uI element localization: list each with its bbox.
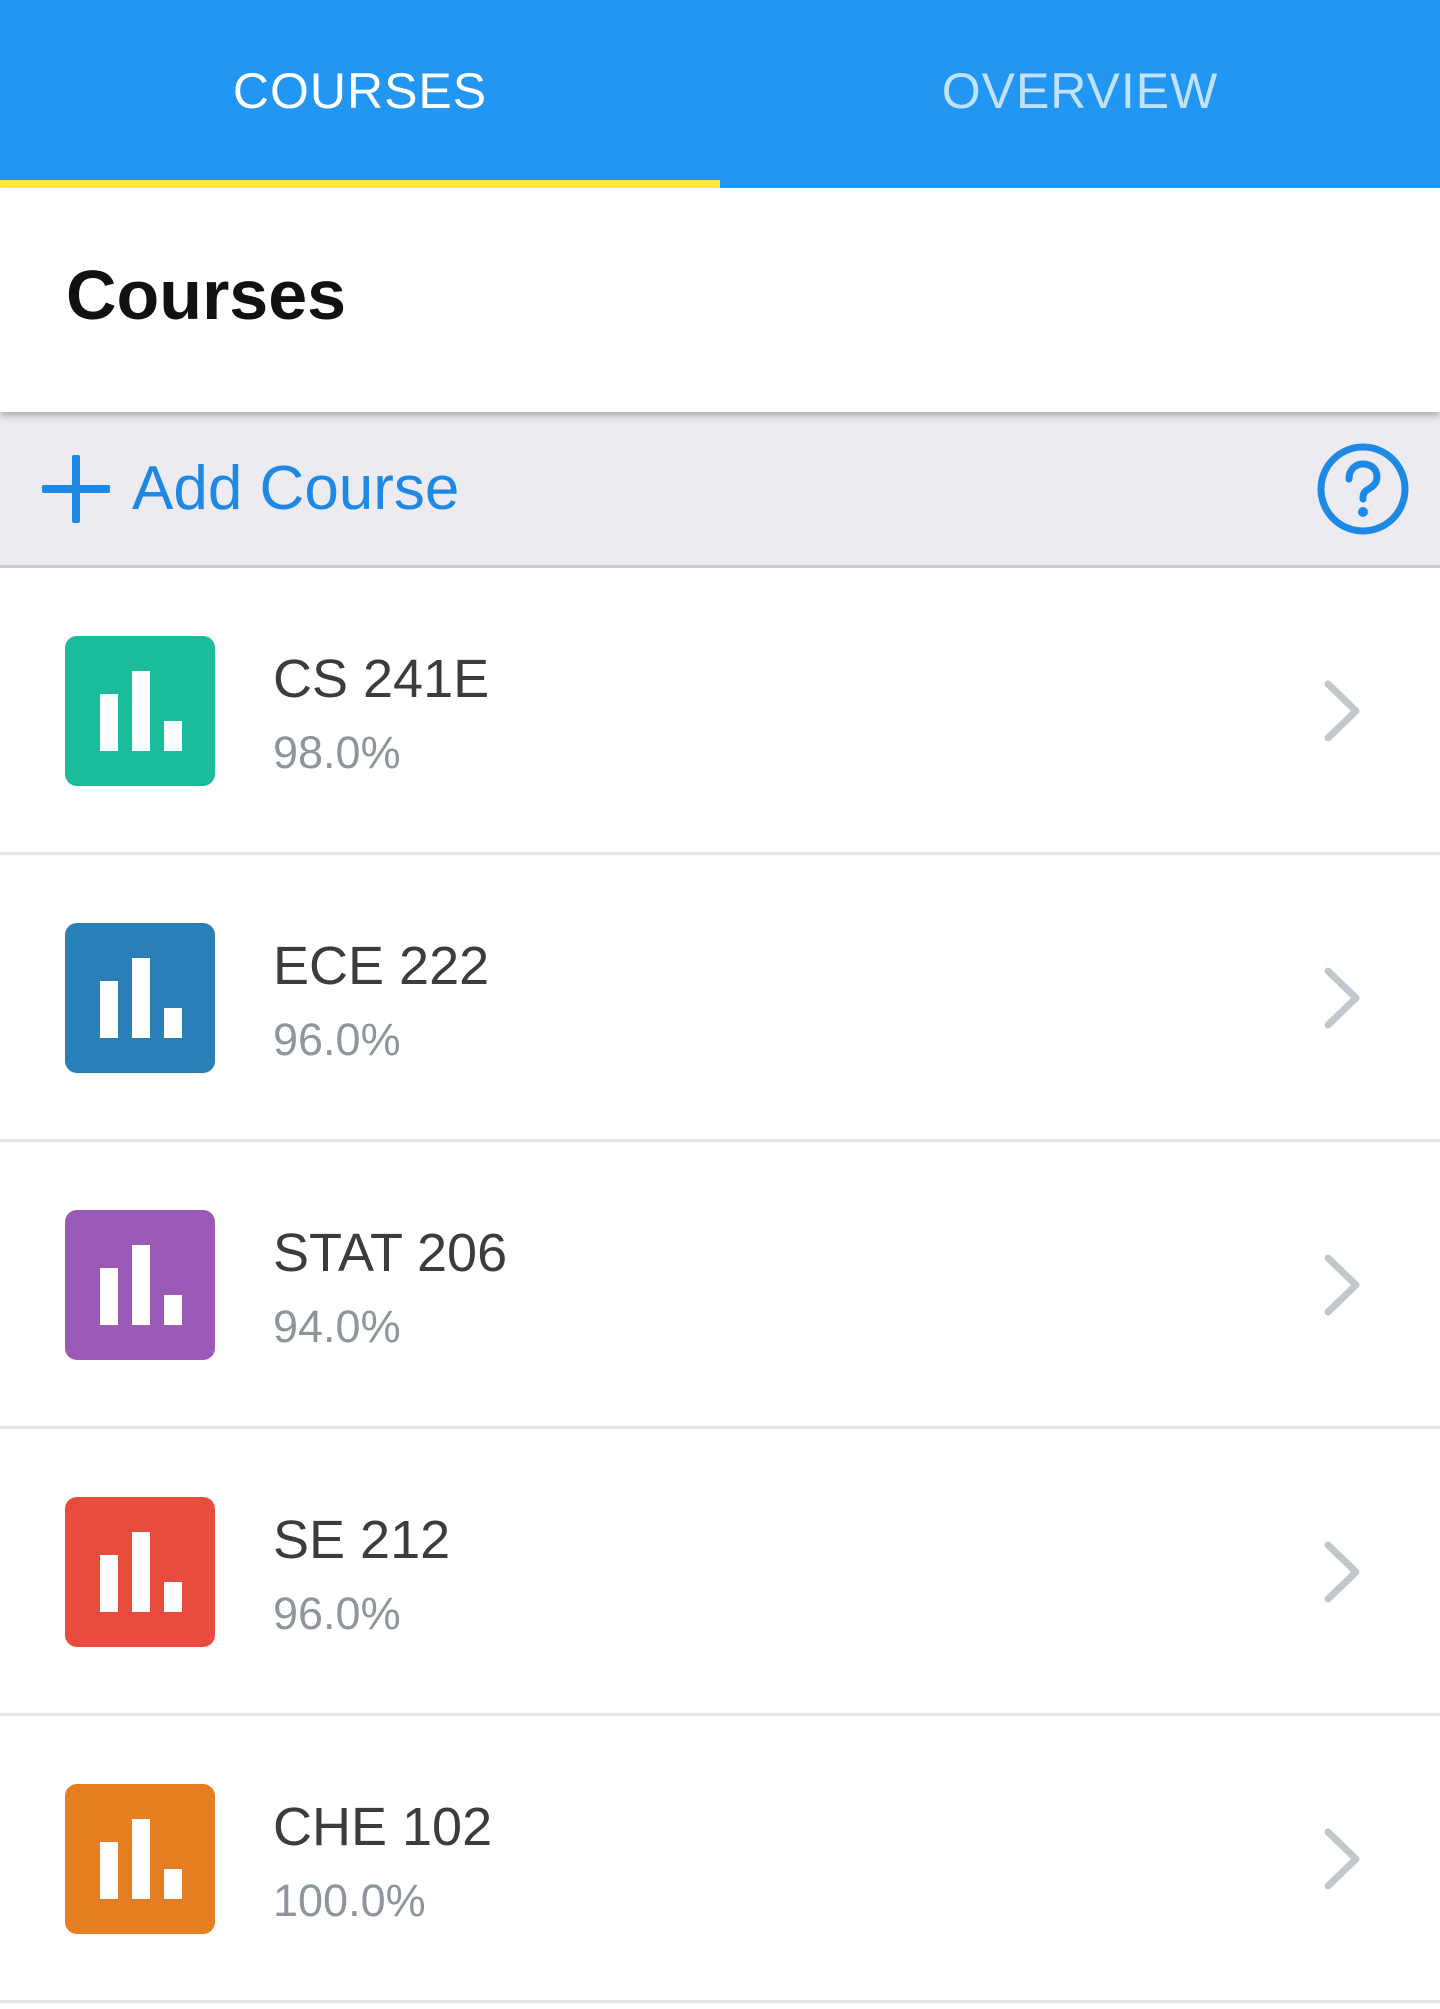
course-grade: 98.0% xyxy=(273,727,401,778)
course-name: ECE 222 xyxy=(273,936,490,996)
course-name: STAT 206 xyxy=(273,1223,508,1283)
course-grade: 96.0% xyxy=(273,1014,401,1065)
bar-chart-icon-bar xyxy=(100,694,118,751)
bar-chart-icon-bar xyxy=(132,1245,150,1325)
bar-chart-icon xyxy=(65,923,215,1073)
tab-overview-label: OVERVIEW xyxy=(941,63,1219,119)
course-grade: 94.0% xyxy=(273,1301,401,1352)
course-list: CS 241E 98.0% ECE 222 96.0% STAT 206 94.0% SE … xyxy=(0,568,1440,2003)
add-course-button[interactable]: Add Course xyxy=(42,412,459,565)
bar-chart-icon-bar xyxy=(100,1555,118,1612)
bar-chart-icon-bar xyxy=(132,958,150,1038)
tab-courses-label: COURSES xyxy=(232,63,488,119)
plus-icon xyxy=(42,454,110,523)
course-name: SE 212 xyxy=(273,1510,451,1570)
course-row[interactable]: SE 212 96.0% xyxy=(0,1429,1440,1716)
bar-chart-icon-bar xyxy=(164,1008,182,1038)
bar-chart-icon-bar xyxy=(132,1819,150,1899)
add-course-label: Add Course xyxy=(132,453,460,523)
course-name: CS 241E xyxy=(273,649,490,709)
bar-chart-icon xyxy=(65,1210,215,1360)
page-header: Courses xyxy=(0,188,1440,412)
bar-chart-icon-bar xyxy=(100,981,118,1038)
course-name: CHE 102 xyxy=(273,1797,493,1857)
tab-courses[interactable]: COURSES xyxy=(0,0,720,188)
app-root: COURSES OVERVIEW Courses Add Course CS 2… xyxy=(0,0,1440,2009)
chevron-right-icon xyxy=(1324,1541,1360,1603)
courses-toolbar: Add Course xyxy=(0,412,1440,568)
bar-chart-icon xyxy=(65,636,215,786)
chevron-right-icon xyxy=(1324,967,1360,1029)
bar-chart-icon xyxy=(65,1497,215,1647)
chevron-right-icon xyxy=(1324,1254,1360,1316)
bar-chart-icon-bar xyxy=(164,721,182,751)
course-grade: 100.0% xyxy=(273,1875,426,1926)
chevron-right-icon xyxy=(1324,1828,1360,1890)
course-row[interactable]: ECE 222 96.0% xyxy=(0,855,1440,1142)
course-row[interactable]: CHE 102 100.0% xyxy=(0,1716,1440,2003)
page-title: Courses xyxy=(66,256,347,334)
bar-chart-icon-bar xyxy=(100,1842,118,1899)
active-tab-indicator xyxy=(0,180,720,188)
course-grade: 96.0% xyxy=(273,1588,401,1639)
tab-bar: COURSES OVERVIEW xyxy=(0,0,1440,188)
course-row[interactable]: CS 241E 98.0% xyxy=(0,568,1440,855)
tab-overview[interactable]: OVERVIEW xyxy=(720,0,1440,188)
bar-chart-icon-bar xyxy=(164,1869,182,1899)
help-circle-icon[interactable] xyxy=(1316,442,1410,536)
bar-chart-icon-bar xyxy=(100,1268,118,1325)
bar-chart-icon-bar xyxy=(164,1295,182,1325)
chevron-right-icon xyxy=(1324,680,1360,742)
course-row[interactable]: STAT 206 94.0% xyxy=(0,1142,1440,1429)
bar-chart-icon-bar xyxy=(132,671,150,751)
bar-chart-icon xyxy=(65,1784,215,1934)
bar-chart-icon-bar xyxy=(164,1582,182,1612)
bar-chart-icon-bar xyxy=(132,1532,150,1612)
